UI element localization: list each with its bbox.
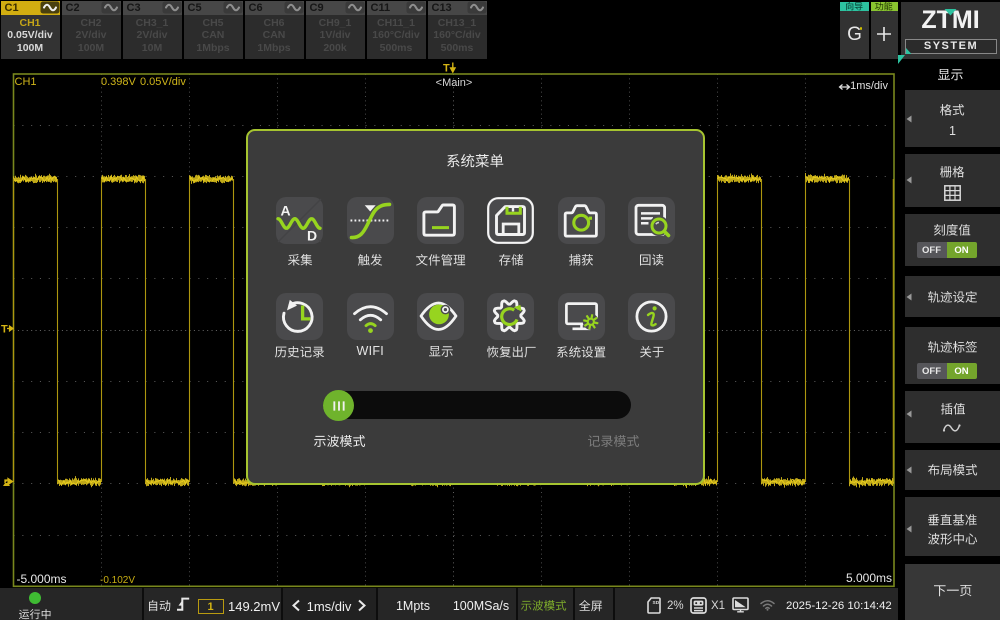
svg-text:D: D <box>307 227 317 243</box>
svg-text:T: T <box>443 63 450 75</box>
svg-text:A: A <box>281 202 291 218</box>
svg-text:T: T <box>1 324 8 336</box>
svg-text:SD: SD <box>653 600 660 606</box>
